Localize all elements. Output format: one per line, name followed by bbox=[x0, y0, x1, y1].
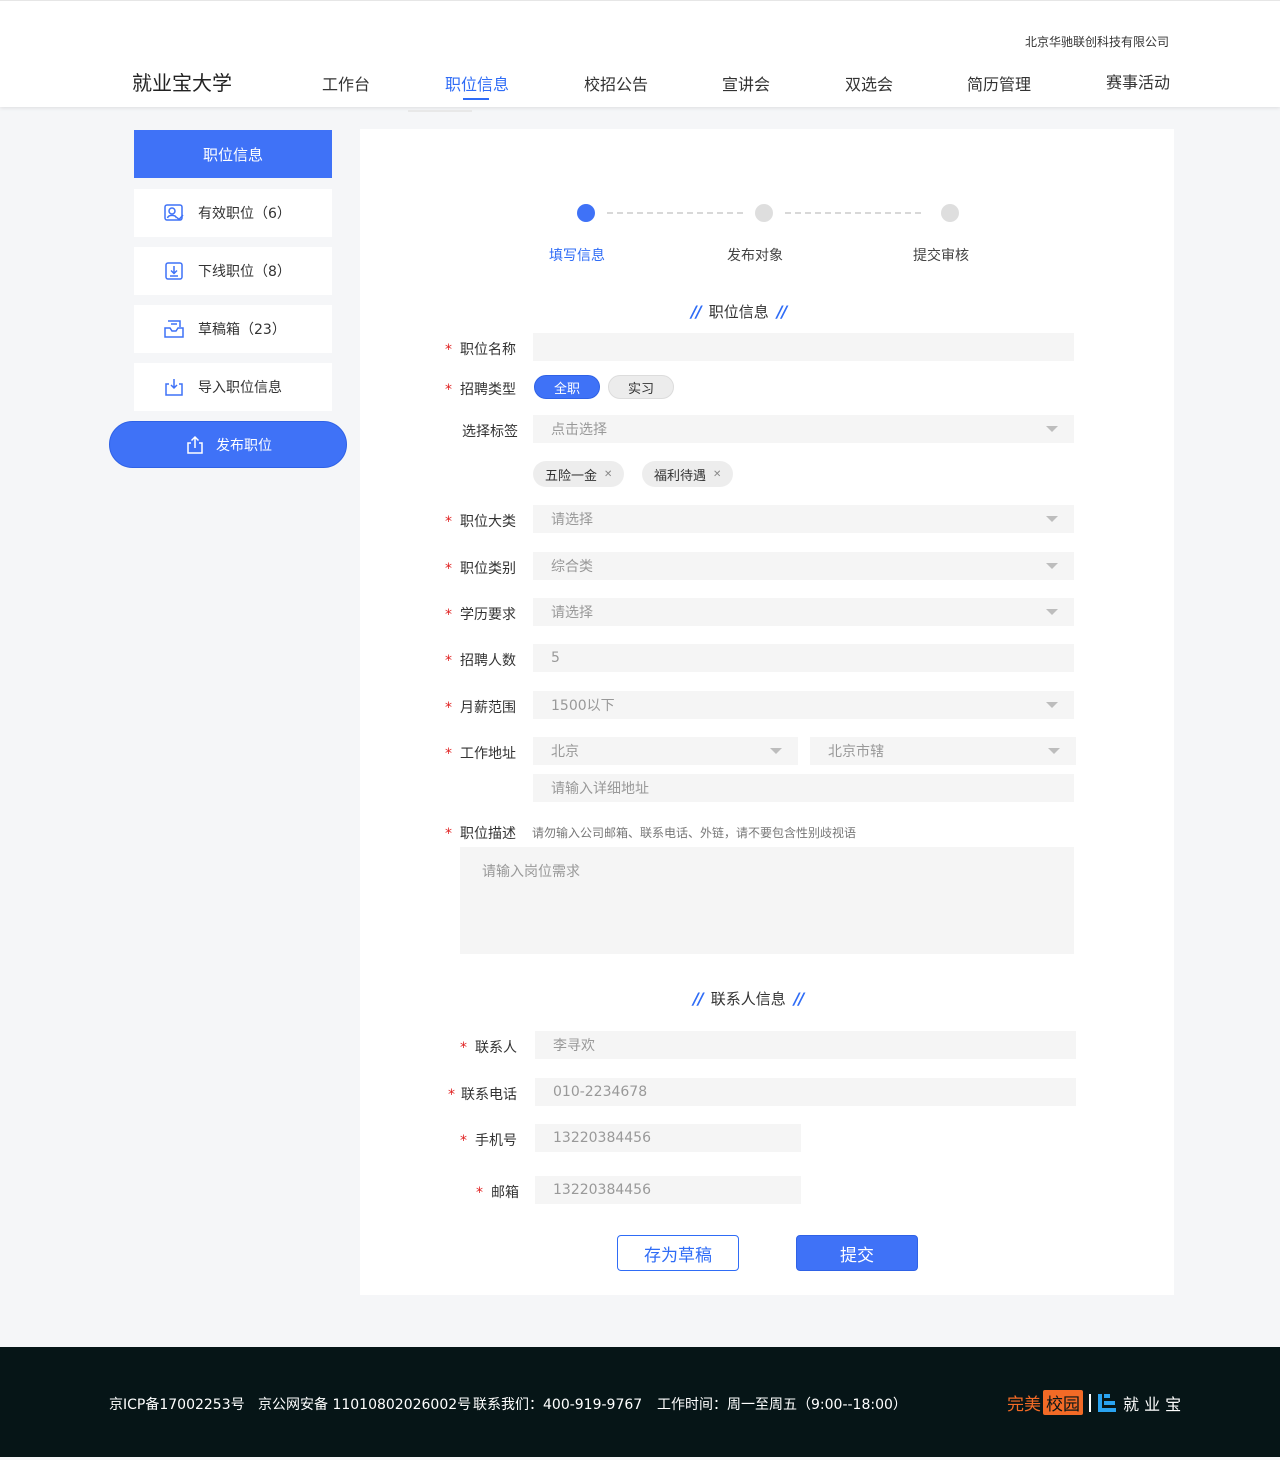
contact-phone-label: * 联系电话 bbox=[448, 1087, 517, 1103]
nav-events[interactable]: 赛事活动 bbox=[1106, 69, 1170, 93]
jiuyebao-mark-icon bbox=[1097, 1393, 1117, 1413]
submit-button[interactable]: 提交 bbox=[796, 1235, 918, 1271]
tags-select[interactable]: 点击选择 bbox=[533, 415, 1074, 443]
inbox-icon bbox=[163, 318, 185, 340]
nav-seminar[interactable]: 宣讲会 bbox=[722, 71, 770, 95]
perfect-campus-logo: 完美 校园 bbox=[1007, 1389, 1083, 1415]
save-draft-button[interactable]: 存为草稿 bbox=[617, 1235, 739, 1271]
sidebar-item-active-jobs[interactable]: 有效职位（6） bbox=[134, 189, 332, 237]
recruit-type-label: * 招聘类型 bbox=[445, 382, 516, 398]
step-label-submit-review: 提交审核 bbox=[913, 248, 969, 264]
job-description-hint: 请勿输入公司邮箱、联系电话、外链，请不要包含性别歧视语 bbox=[532, 826, 857, 840]
email-label: * 邮箱 bbox=[476, 1185, 519, 1201]
upload-icon bbox=[184, 434, 206, 456]
footer-icp: 京ICP备17002253号 bbox=[109, 1397, 245, 1413]
salary-label: * 月薪范围 bbox=[445, 700, 516, 716]
education-label: * 学历要求 bbox=[445, 607, 516, 623]
jiuyebao-logo: 就 业 宝 bbox=[1097, 1391, 1181, 1415]
sidebar-item-label: 有效职位（6） bbox=[198, 206, 291, 222]
nav-divider bbox=[408, 110, 472, 112]
job-category-select[interactable]: 请选择 bbox=[533, 505, 1074, 533]
step-label-fill-info: 填写信息 bbox=[549, 248, 605, 264]
download-icon bbox=[163, 260, 185, 282]
detail-address-input[interactable]: 请输入详细地址 bbox=[533, 774, 1074, 802]
job-name-input[interactable] bbox=[533, 333, 1074, 361]
chevron-down-icon bbox=[1046, 516, 1058, 522]
contact-phone-input[interactable]: 010-2234678 bbox=[535, 1078, 1076, 1106]
city-select[interactable]: 北京 bbox=[533, 737, 798, 765]
type-intern-pill[interactable]: 实习 bbox=[608, 375, 674, 399]
publish-job-label: 发布职位 bbox=[216, 437, 272, 454]
job-description-label: * 职位描述 bbox=[445, 826, 516, 842]
type-fulltime-pill[interactable]: 全职 bbox=[534, 375, 600, 399]
salary-select[interactable]: 1500以下 bbox=[533, 691, 1074, 719]
sidebar-title[interactable]: 职位信息 bbox=[134, 130, 332, 178]
job-description-textarea[interactable]: 请输入岗位需求 bbox=[460, 847, 1074, 954]
close-icon[interactable]: ✕ bbox=[604, 469, 612, 480]
tags-label: 选择标签 bbox=[462, 424, 518, 440]
nav-workbench[interactable]: 工作台 bbox=[322, 71, 370, 95]
top-header: 北京华驰联创科技有限公司 就业宝大学 工作台 职位信息 校招公告 宣讲会 双选会… bbox=[0, 0, 1280, 107]
tag-chip-insurance[interactable]: 五险一金 ✕ bbox=[533, 461, 625, 487]
company-name: 北京华驰联创科技有限公司 bbox=[1024, 35, 1169, 49]
chevron-down-icon bbox=[770, 748, 782, 754]
chevron-down-icon bbox=[1046, 702, 1058, 708]
logo-divider bbox=[1089, 1394, 1091, 1412]
close-icon[interactable]: ✕ bbox=[713, 469, 721, 480]
footer-contact: 联系我们：400-919-9767 bbox=[473, 1397, 643, 1413]
publish-job-button[interactable]: 发布职位 bbox=[109, 421, 347, 468]
mobile-input[interactable]: 13220384456 bbox=[535, 1124, 801, 1152]
import-icon bbox=[163, 376, 185, 398]
brand-title[interactable]: 就业宝大学 bbox=[132, 67, 232, 96]
contact-person-input[interactable]: 李寻欢 bbox=[535, 1031, 1076, 1059]
sidebar-item-import-jobs[interactable]: 导入职位信息 bbox=[134, 363, 332, 411]
chevron-down-icon bbox=[1046, 563, 1058, 569]
chevron-down-icon bbox=[1046, 426, 1058, 432]
headcount-label: * 招聘人数 bbox=[445, 653, 516, 669]
chevron-down-icon bbox=[1048, 748, 1060, 754]
user-check-icon bbox=[163, 202, 185, 224]
sidebar-item-label: 下线职位（8） bbox=[198, 264, 291, 280]
headcount-input[interactable]: 5 bbox=[533, 644, 1074, 672]
nav-resume-management[interactable]: 简历管理 bbox=[967, 71, 1031, 95]
district-select[interactable]: 北京市辖 bbox=[810, 737, 1076, 765]
step-dot-3 bbox=[941, 204, 959, 222]
step-connector bbox=[607, 212, 743, 214]
job-category-label: * 职位大类 bbox=[445, 514, 516, 530]
sidebar-item-label: 导入职位信息 bbox=[198, 380, 282, 396]
mobile-label: * 手机号 bbox=[460, 1133, 517, 1149]
contact-person-label: * 联系人 bbox=[460, 1040, 517, 1056]
step-label-publish-target: 发布对象 bbox=[727, 248, 783, 264]
nav-job-info[interactable]: 职位信息 bbox=[445, 71, 509, 95]
nav-active-indicator bbox=[463, 98, 489, 100]
email-input[interactable]: 13220384456 bbox=[535, 1176, 801, 1204]
education-select[interactable]: 请选择 bbox=[533, 598, 1074, 626]
job-kind-label: * 职位类别 bbox=[445, 561, 516, 577]
section-title-contact-info: //联系人信息// bbox=[693, 989, 804, 1008]
footer-police-record: 京公网安备 11010802026002号 bbox=[258, 1397, 472, 1413]
sidebar-item-label: 草稿箱（23） bbox=[198, 322, 286, 338]
step-dot-2 bbox=[755, 204, 773, 222]
step-connector bbox=[785, 212, 921, 214]
nav-job-fair[interactable]: 双选会 bbox=[845, 71, 893, 95]
nav-campus-notice[interactable]: 校招公告 bbox=[584, 71, 648, 95]
section-title-job-info: //职位信息// bbox=[691, 302, 787, 321]
sidebar-item-drafts[interactable]: 草稿箱（23） bbox=[134, 305, 332, 353]
step-dot-1 bbox=[577, 204, 595, 222]
tag-chip-welfare[interactable]: 福利待遇 ✕ bbox=[642, 461, 734, 487]
chevron-down-icon bbox=[1046, 609, 1058, 615]
footer-hours: 工作时间：周一至周五（9:00--18:00） bbox=[657, 1397, 907, 1413]
job-kind-select[interactable]: 综合类 bbox=[533, 552, 1074, 580]
address-label: * 工作地址 bbox=[445, 746, 516, 762]
sidebar-item-offline-jobs[interactable]: 下线职位（8） bbox=[134, 247, 332, 295]
job-name-label: * 职位名称 bbox=[445, 342, 516, 358]
